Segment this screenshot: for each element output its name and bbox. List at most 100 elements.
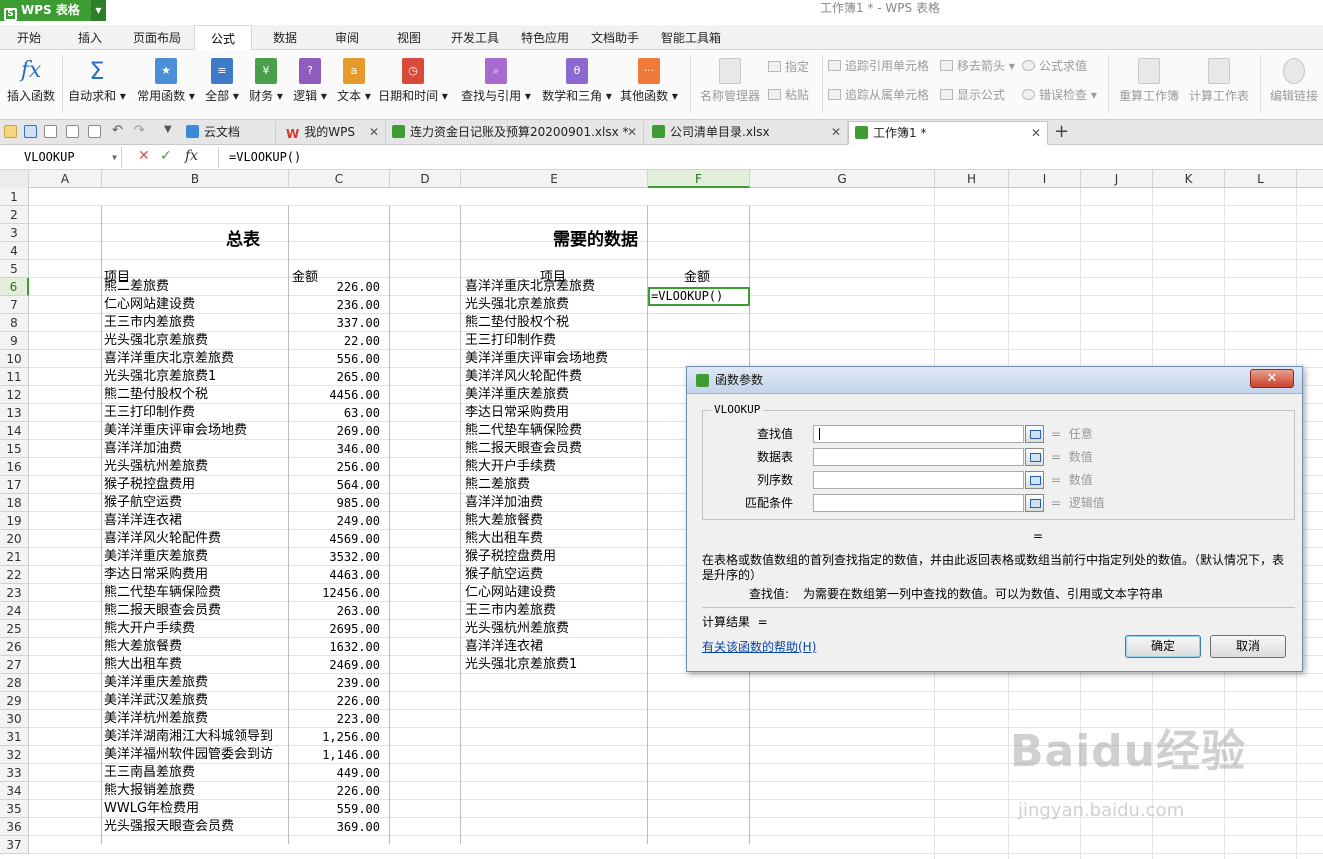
common-functions-button[interactable]: ★ 常用函数 ▾ — [134, 58, 198, 104]
close-icon[interactable]: ✕ — [1031, 122, 1041, 144]
left-item-cell[interactable]: 仁心网站建设费 — [104, 296, 288, 314]
trace-precedents-button[interactable]: 追踪引用单元格 — [828, 57, 929, 75]
row-header-11[interactable]: 11 — [0, 368, 29, 386]
error-check-button[interactable]: 错误检查 ▾ — [1022, 86, 1097, 104]
left-amount-cell[interactable]: 2695.00 — [289, 620, 380, 638]
left-amount-cell[interactable]: 263.00 — [289, 602, 380, 620]
left-item-cell[interactable]: 猴子航空运费 — [104, 494, 288, 512]
column-header-K[interactable]: K — [1153, 170, 1225, 188]
row-header-17[interactable]: 17 — [0, 476, 29, 494]
left-amount-cell[interactable]: 226.00 — [289, 278, 380, 296]
tab-my-wps[interactable]: W 我的WPS ✕ — [280, 121, 386, 145]
close-icon[interactable]: ✕ — [831, 121, 841, 143]
left-amount-cell[interactable]: 2469.00 — [289, 656, 380, 674]
dialog-title-bar[interactable]: 函数参数 ✕ — [687, 367, 1302, 394]
all-functions-button[interactable]: ≡ 全部 ▾ — [202, 58, 242, 104]
row-header-12[interactable]: 12 — [0, 386, 29, 404]
left-item-cell[interactable]: 熊大报销差旅费 — [104, 782, 288, 800]
row-header-30[interactable]: 30 — [0, 710, 29, 728]
print-preview-icon[interactable] — [88, 125, 101, 138]
wps-logo-menu[interactable]: S WPS 表格 ▼ — [0, 0, 106, 21]
save-icon[interactable] — [24, 125, 37, 138]
customize-toolbar-icon[interactable]: ▼ — [164, 124, 172, 135]
fx-icon[interactable]: fx — [185, 148, 198, 164]
logic-button[interactable]: ? 逻辑 ▾ — [290, 58, 330, 104]
math-button[interactable]: θ 数学和三角 ▾ — [538, 58, 616, 104]
cancel-x-icon[interactable]: ✕ — [138, 148, 150, 164]
left-item-cell[interactable]: 熊二垫付股权个税 — [104, 386, 288, 404]
left-item-cell[interactable]: 猴子税控盘费用 — [104, 476, 288, 494]
left-amount-cell[interactable]: 4463.00 — [289, 566, 380, 584]
left-amount-cell[interactable]: 3532.00 — [289, 548, 380, 566]
right-item-cell[interactable]: 李达日常采购费用 — [465, 404, 647, 422]
autosum-button[interactable]: Σ 自动求和 ▾ — [66, 58, 128, 104]
close-icon[interactable]: ✕ — [1250, 369, 1294, 388]
left-amount-cell[interactable]: 269.00 — [289, 422, 380, 440]
menu-smart-toolbox[interactable]: 智能工具箱 — [654, 25, 728, 50]
print-icon[interactable] — [66, 125, 79, 138]
left-amount-cell[interactable]: 556.00 — [289, 350, 380, 368]
row-header-29[interactable]: 29 — [0, 692, 29, 710]
row-header-35[interactable]: 35 — [0, 800, 29, 818]
left-item-cell[interactable]: 李达日常采购费用 — [104, 566, 288, 584]
row-header-4[interactable]: 4 — [0, 242, 29, 260]
close-icon[interactable]: ✕ — [369, 121, 379, 143]
column-header-I[interactable]: I — [1009, 170, 1081, 188]
column-header-C[interactable]: C — [289, 170, 390, 188]
left-amount-cell[interactable]: 249.00 — [289, 512, 380, 530]
left-amount-cell[interactable]: 226.00 — [289, 692, 380, 710]
left-item-cell[interactable]: 光头强北京差旅费 — [104, 332, 288, 350]
left-item-cell[interactable]: 美洋洋湖南湘江大科城领导到 — [104, 728, 288, 746]
insert-function-button[interactable]: fx 插入函数 — [4, 58, 58, 104]
finance-button[interactable]: ¥ 财务 ▾ — [246, 58, 286, 104]
text-button[interactable]: a 文本 ▾ — [334, 58, 374, 104]
right-item-cell[interactable]: 美洋洋重庆评审会场地费 — [465, 350, 647, 368]
left-amount-cell[interactable]: 559.00 — [289, 800, 380, 818]
row-header-18[interactable]: 18 — [0, 494, 29, 512]
row-header-2[interactable]: 2 — [0, 206, 29, 224]
column-header-B[interactable]: B — [102, 170, 289, 188]
menu-home[interactable]: 开始 — [4, 25, 54, 50]
left-amount-cell[interactable]: 346.00 — [289, 440, 380, 458]
tab-workbook1[interactable]: 工作簿1 * ✕ — [848, 121, 1048, 145]
left-item-cell[interactable]: 光头强报天眼查会员费 — [104, 818, 288, 836]
row-header-31[interactable]: 31 — [0, 728, 29, 746]
menu-developer[interactable]: 开发工具 — [444, 25, 506, 50]
left-item-cell[interactable]: 光头强杭州差旅费 — [104, 458, 288, 476]
row-header-36[interactable]: 36 — [0, 818, 29, 836]
row-header-6[interactable]: 6 — [0, 278, 29, 296]
table-array-input[interactable] — [813, 448, 1024, 466]
column-header-E[interactable]: E — [461, 170, 648, 188]
right-item-cell[interactable]: 光头强北京差旅费1 — [465, 656, 647, 674]
menu-insert[interactable]: 插入 — [64, 25, 116, 50]
right-item-cell[interactable]: 熊二垫付股权个税 — [465, 314, 647, 332]
right-item-cell[interactable]: 仁心网站建设费 — [465, 584, 647, 602]
help-link[interactable]: 有关该函数的帮助(H) — [702, 640, 816, 655]
left-amount-cell[interactable]: 564.00 — [289, 476, 380, 494]
left-amount-cell[interactable]: 12456.00 — [289, 584, 380, 602]
select-all-corner[interactable] — [0, 170, 29, 188]
cancel-button[interactable]: 取消 — [1210, 635, 1286, 658]
show-formula-button[interactable]: 显示公式 — [940, 86, 1005, 104]
tab-company-list[interactable]: 公司清单目录.xlsx ✕ — [646, 121, 848, 145]
left-item-cell[interactable]: 喜洋洋加油费 — [104, 440, 288, 458]
collapse-dialog-icon[interactable] — [1025, 494, 1044, 512]
right-item-cell[interactable]: 熊大差旅餐费 — [465, 512, 647, 530]
specify-button[interactable]: 指定 — [768, 58, 809, 76]
left-item-cell[interactable]: 美洋洋武汉差旅费 — [104, 692, 288, 710]
left-item-cell[interactable]: 美洋洋重庆差旅费 — [104, 548, 288, 566]
collapse-dialog-icon[interactable] — [1025, 471, 1044, 489]
row-header-33[interactable]: 33 — [0, 764, 29, 782]
left-item-cell[interactable]: 熊二代垫车辆保险费 — [104, 584, 288, 602]
row-header-21[interactable]: 21 — [0, 548, 29, 566]
right-item-cell[interactable]: 喜洋洋重庆北京差旅费 — [465, 278, 647, 296]
name-box[interactable]: VLOOKUP ▼ — [0, 147, 122, 168]
left-item-cell[interactable]: 喜洋洋风火轮配件费 — [104, 530, 288, 548]
row-header-20[interactable]: 20 — [0, 530, 29, 548]
left-amount-cell[interactable]: 1,256.00 — [289, 728, 380, 746]
left-item-cell[interactable]: 美洋洋杭州差旅费 — [104, 710, 288, 728]
formula-input[interactable]: =VLOOKUP() — [218, 147, 1323, 168]
export-pdf-icon[interactable] — [44, 125, 57, 138]
left-item-cell[interactable]: WWLG年检费用 — [104, 800, 288, 818]
column-header-J[interactable]: J — [1081, 170, 1153, 188]
